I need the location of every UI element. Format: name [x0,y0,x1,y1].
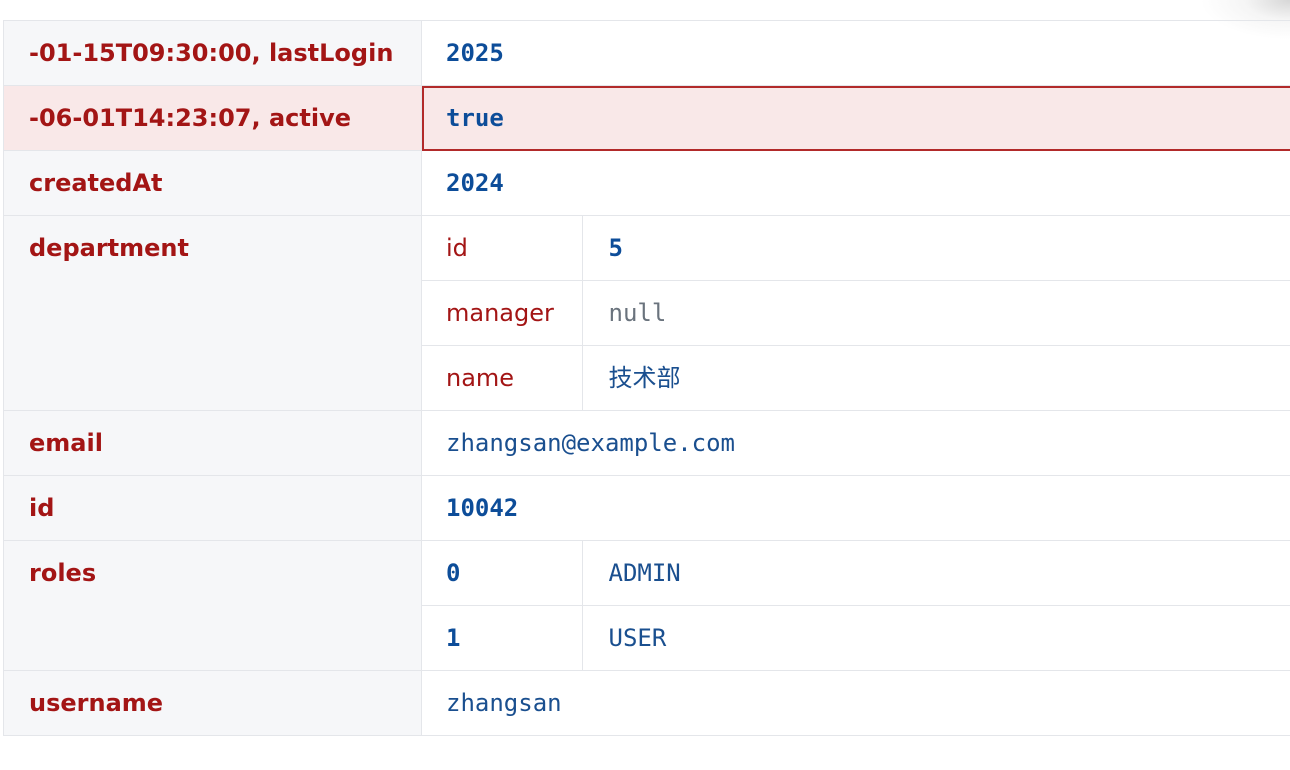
row-key: createdAt [3,150,422,216]
table-row[interactable]: id 10042 [3,475,1290,541]
row-value[interactable]: 2024 [422,151,1290,215]
row-value[interactable]: zhangsan@example.com [422,411,1290,475]
table-row[interactable]: department id 5 manager null name 技术部 [3,215,1290,411]
nested-row[interactable]: manager null [422,280,1290,346]
nested-row[interactable]: 0 ADMIN [422,541,1290,606]
nested-row[interactable]: id 5 [422,216,1290,281]
nested-row[interactable]: name 技术部 [422,345,1290,410]
nested-key: name [422,345,583,410]
table-row-selected[interactable]: -06-01T14:23:07, active true [3,85,1290,151]
row-key: id [3,475,422,541]
table-row[interactable]: createdAt 2024 [3,150,1290,216]
table-row[interactable]: roles 0 ADMIN 1 USER [3,540,1290,671]
nested-value[interactable]: USER [583,606,1290,670]
nested-row[interactable]: 1 USER [422,605,1290,670]
nested-value[interactable]: null [583,281,1290,345]
row-key: email [3,410,422,476]
nested-array-table: 0 ADMIN 1 USER [422,541,1290,670]
nested-key: manager [422,280,583,346]
row-key: department [3,215,422,411]
array-index: 0 [422,541,583,606]
nested-object-table: id 5 manager null name 技术部 [422,216,1290,410]
table-row[interactable]: email zhangsan@example.com [3,410,1290,476]
row-key: -06-01T14:23:07, active [3,85,422,151]
nested-value[interactable]: ADMIN [583,541,1290,605]
table-row[interactable]: username zhangsan [3,670,1290,736]
row-value[interactable]: 2025 [422,21,1290,85]
row-key: username [3,670,422,736]
nested-value[interactable]: 技术部 [583,346,1290,410]
row-value[interactable]: 10042 [422,476,1290,540]
nested-key: id [422,216,583,281]
json-table: -01-15T09:30:00, lastLogin 2025 -06-01T1… [3,20,1290,736]
row-value[interactable]: zhangsan [422,671,1290,735]
nested-value[interactable]: 5 [583,216,1290,280]
row-key: roles [3,540,422,671]
row-key: -01-15T09:30:00, lastLogin [3,20,422,86]
array-index: 1 [422,605,583,670]
row-value[interactable]: true [422,86,1290,150]
table-row[interactable]: -01-15T09:30:00, lastLogin 2025 [3,20,1290,86]
